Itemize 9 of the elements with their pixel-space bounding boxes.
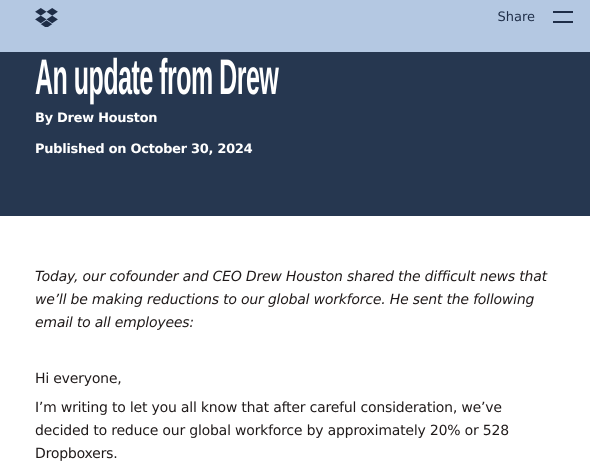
menu-icon[interactable]: [553, 11, 573, 23]
logo-icon[interactable]: [35, 8, 58, 26]
intro-paragraph: Today, our cofounder and CEO Drew Houston shared the difficult news that we’ll be making reductions to our global workforce. He sent the following email to all employees:: [35, 268, 548, 333]
share-button[interactable]: Share: [497, 10, 535, 24]
byline: By Drew Houston: [35, 111, 158, 126]
publish-date: Published on October 30, 2024: [35, 142, 254, 157]
body-paragraph: I’m writing to let you all know that after careful consideration, we’ve decided to reduce our global workforce by approximately 20% or 528 Dropboxers.: [35, 399, 510, 464]
article-title: An update from Drew: [35, 52, 278, 106]
body-paragraph: Hi everyone,: [35, 370, 123, 389]
